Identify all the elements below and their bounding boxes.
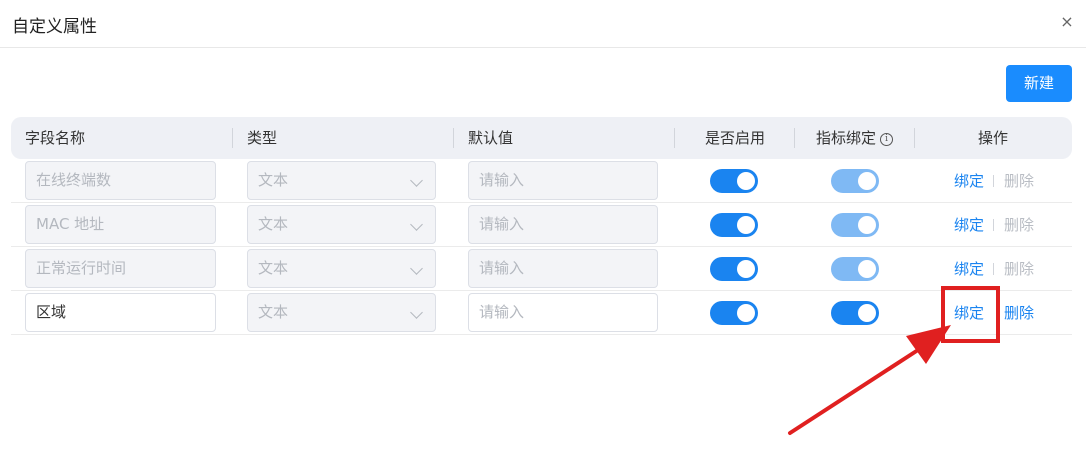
type-select-value: 文本 xyxy=(258,303,289,321)
type-select-value: 文本 xyxy=(258,259,289,277)
toggle-knob xyxy=(737,304,755,322)
delete-link[interactable]: 删除 xyxy=(1004,203,1034,247)
toggle-knob xyxy=(858,260,876,278)
table-row: 区域 文本 请输入 绑定 删除 xyxy=(11,291,1072,335)
type-select[interactable]: 文本 xyxy=(247,249,436,288)
type-select[interactable]: 文本 xyxy=(247,205,436,244)
table-row: 在线终端数 文本 请输入 绑定 删除 xyxy=(11,159,1072,203)
column-header-indicator-binding: 指标绑定 i xyxy=(816,117,894,159)
chevron-down-icon xyxy=(410,262,423,275)
bind-link[interactable]: 绑定 xyxy=(954,159,984,203)
enabled-toggle[interactable] xyxy=(710,301,758,325)
toggle-knob xyxy=(737,260,755,278)
field-name-input[interactable]: 在线终端数 xyxy=(25,161,216,200)
table-header: 字段名称 类型 默认值 是否启用 指标绑定 i 操作 xyxy=(11,117,1072,159)
close-icon[interactable]: × xyxy=(1059,12,1075,32)
new-button[interactable]: 新建 xyxy=(1006,65,1072,102)
indicator-binding-label: 指标绑定 xyxy=(816,129,877,147)
enabled-toggle[interactable] xyxy=(710,213,758,237)
bind-link[interactable]: 绑定 xyxy=(954,247,984,291)
table-row: MAC 地址 文本 请输入 绑定 删除 xyxy=(11,203,1072,247)
type-select[interactable]: 文本 xyxy=(247,293,436,332)
type-select[interactable]: 文本 xyxy=(247,161,436,200)
toggle-knob xyxy=(737,172,755,190)
column-header-type: 类型 xyxy=(247,129,278,147)
indicator-binding-toggle[interactable] xyxy=(831,257,879,281)
delete-link[interactable]: 删除 xyxy=(1004,247,1034,291)
default-value-input[interactable]: 请输入 xyxy=(468,205,658,244)
column-header-actions: 操作 xyxy=(978,129,1009,147)
type-select-value: 文本 xyxy=(258,215,289,233)
action-divider xyxy=(993,219,994,231)
column-divider xyxy=(914,128,915,148)
chevron-down-icon xyxy=(410,174,423,187)
type-select-value: 文本 xyxy=(258,171,289,189)
indicator-binding-toggle[interactable] xyxy=(831,213,879,237)
indicator-binding-toggle[interactable] xyxy=(831,301,879,325)
field-name-input[interactable]: 正常运行时间 xyxy=(25,249,216,288)
info-icon[interactable]: i xyxy=(880,133,894,146)
column-header-enabled: 是否启用 xyxy=(705,129,766,147)
default-value-input[interactable]: 请输入 xyxy=(468,293,658,332)
toggle-knob xyxy=(737,216,755,234)
chevron-down-icon xyxy=(410,218,423,231)
action-divider xyxy=(993,263,994,275)
chevron-down-icon xyxy=(410,306,423,319)
column-header-field-name: 字段名称 xyxy=(25,129,86,147)
delete-link[interactable]: 删除 xyxy=(1004,159,1034,203)
toggle-knob xyxy=(858,216,876,234)
column-header-default-value: 默认值 xyxy=(468,129,514,147)
enabled-toggle[interactable] xyxy=(710,257,758,281)
bind-link[interactable]: 绑定 xyxy=(954,203,984,247)
default-value-input[interactable]: 请输入 xyxy=(468,161,658,200)
field-name-input[interactable]: 区域 xyxy=(25,293,216,332)
field-name-input[interactable]: MAC 地址 xyxy=(25,205,216,244)
column-divider xyxy=(232,128,233,148)
action-divider xyxy=(993,175,994,187)
dialog-title: 自定义属性 xyxy=(12,17,97,37)
column-divider xyxy=(674,128,675,148)
indicator-binding-toggle[interactable] xyxy=(831,169,879,193)
toggle-knob xyxy=(858,304,876,322)
dialog-header: 自定义属性 × xyxy=(0,0,1086,48)
table-row: 正常运行时间 文本 请输入 绑定 删除 xyxy=(11,247,1072,291)
delete-link[interactable]: 删除 xyxy=(1004,291,1034,335)
toggle-knob xyxy=(858,172,876,190)
default-value-input[interactable]: 请输入 xyxy=(468,249,658,288)
column-divider xyxy=(453,128,454,148)
column-divider xyxy=(794,128,795,148)
enabled-toggle[interactable] xyxy=(710,169,758,193)
bind-link[interactable]: 绑定 xyxy=(954,291,984,335)
